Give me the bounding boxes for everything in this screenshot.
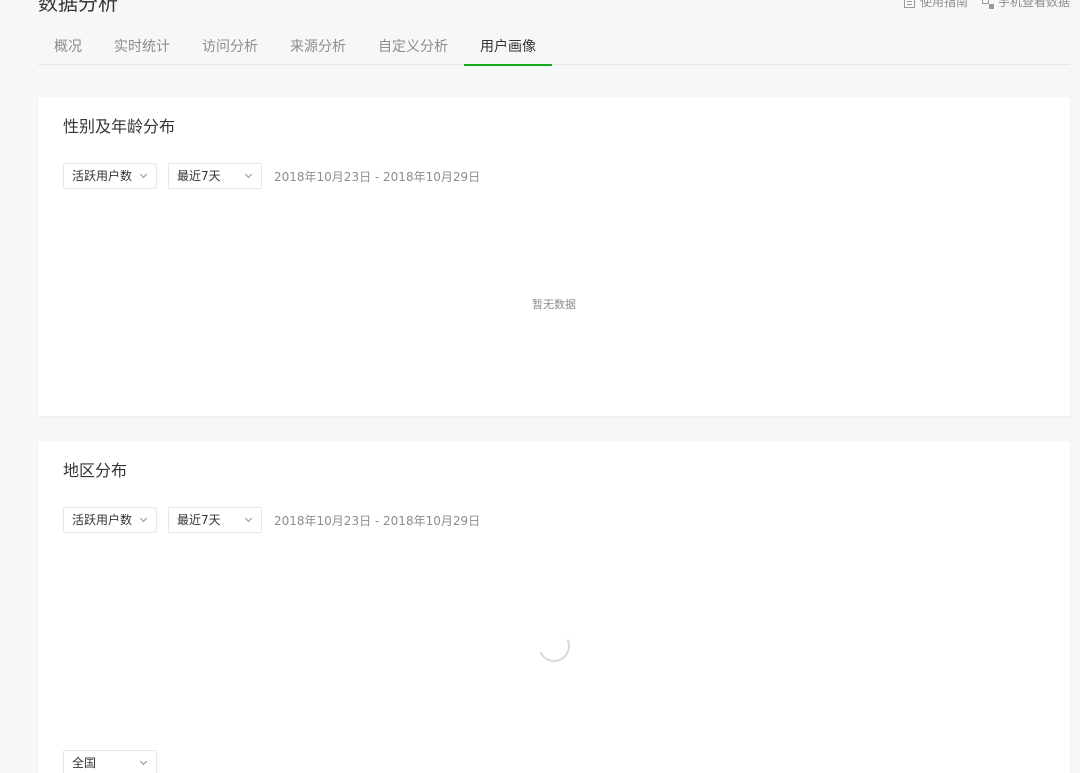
- chevron-down-icon: [244, 170, 253, 179]
- metric-select[interactable]: 活跃用户数: [63, 507, 157, 533]
- region-card: 地区分布 活跃用户数 最近7天 2018年10月23日 - 2018年10月29…: [38, 441, 1070, 773]
- tab-overview[interactable]: 概况: [38, 34, 98, 65]
- qr-code-icon: [981, 0, 993, 8]
- chevron-down-icon: [139, 514, 148, 523]
- empty-state-text: 暂无数据: [532, 298, 576, 311]
- tab-source-analysis[interactable]: 来源分析: [274, 34, 362, 65]
- metric-select[interactable]: 活跃用户数: [63, 163, 157, 189]
- region-title: 地区分布: [63, 461, 128, 480]
- tab-custom-analysis[interactable]: 自定义分析: [362, 34, 464, 65]
- page-title: 数据分析: [38, 0, 118, 15]
- chevron-down-icon: [244, 514, 253, 523]
- tab-bar: 概况 实时统计 访问分析 来源分析 自定义分析 用户画像: [38, 34, 1070, 66]
- period-select[interactable]: 最近7天: [168, 163, 262, 189]
- tab-realtime[interactable]: 实时统计: [98, 34, 186, 65]
- gender-age-card: 性别及年龄分布 活跃用户数 最近7天 2018年10月23日 - 2018年10…: [38, 97, 1070, 416]
- chevron-down-icon: [139, 757, 148, 766]
- mobile-view-label: 手机查看数据: [997, 0, 1070, 9]
- usage-guide-link[interactable]: 使用指南: [903, 0, 968, 10]
- mobile-view-link[interactable]: 手机查看数据: [981, 0, 1070, 10]
- gender-age-filters: 活跃用户数 最近7天 2018年10月23日 - 2018年10月29日: [63, 163, 480, 189]
- usage-guide-label: 使用指南: [919, 0, 968, 9]
- date-range: 2018年10月23日 - 2018年10月29日: [274, 513, 481, 528]
- period-select[interactable]: 最近7天: [168, 507, 262, 533]
- gender-age-title: 性别及年龄分布: [63, 117, 176, 136]
- document-icon: [903, 0, 915, 8]
- period-select-value: 最近7天: [177, 169, 221, 183]
- tab-visit-analysis[interactable]: 访问分析: [186, 34, 274, 65]
- region-select[interactable]: 全国: [63, 750, 157, 773]
- region-select-value: 全国: [72, 756, 97, 770]
- date-range: 2018年10月23日 - 2018年10月29日: [274, 169, 481, 184]
- metric-select-value: 活跃用户数: [72, 513, 133, 527]
- loading-spinner-icon: [533, 625, 575, 667]
- top-links: 使用指南 手机查看数据: [903, 0, 1070, 10]
- metric-select-value: 活跃用户数: [72, 169, 133, 183]
- tab-user-portrait[interactable]: 用户画像: [464, 34, 552, 66]
- region-filters: 活跃用户数 最近7天 2018年10月23日 - 2018年10月29日: [63, 507, 480, 533]
- chevron-down-icon: [139, 170, 148, 179]
- period-select-value: 最近7天: [177, 513, 221, 527]
